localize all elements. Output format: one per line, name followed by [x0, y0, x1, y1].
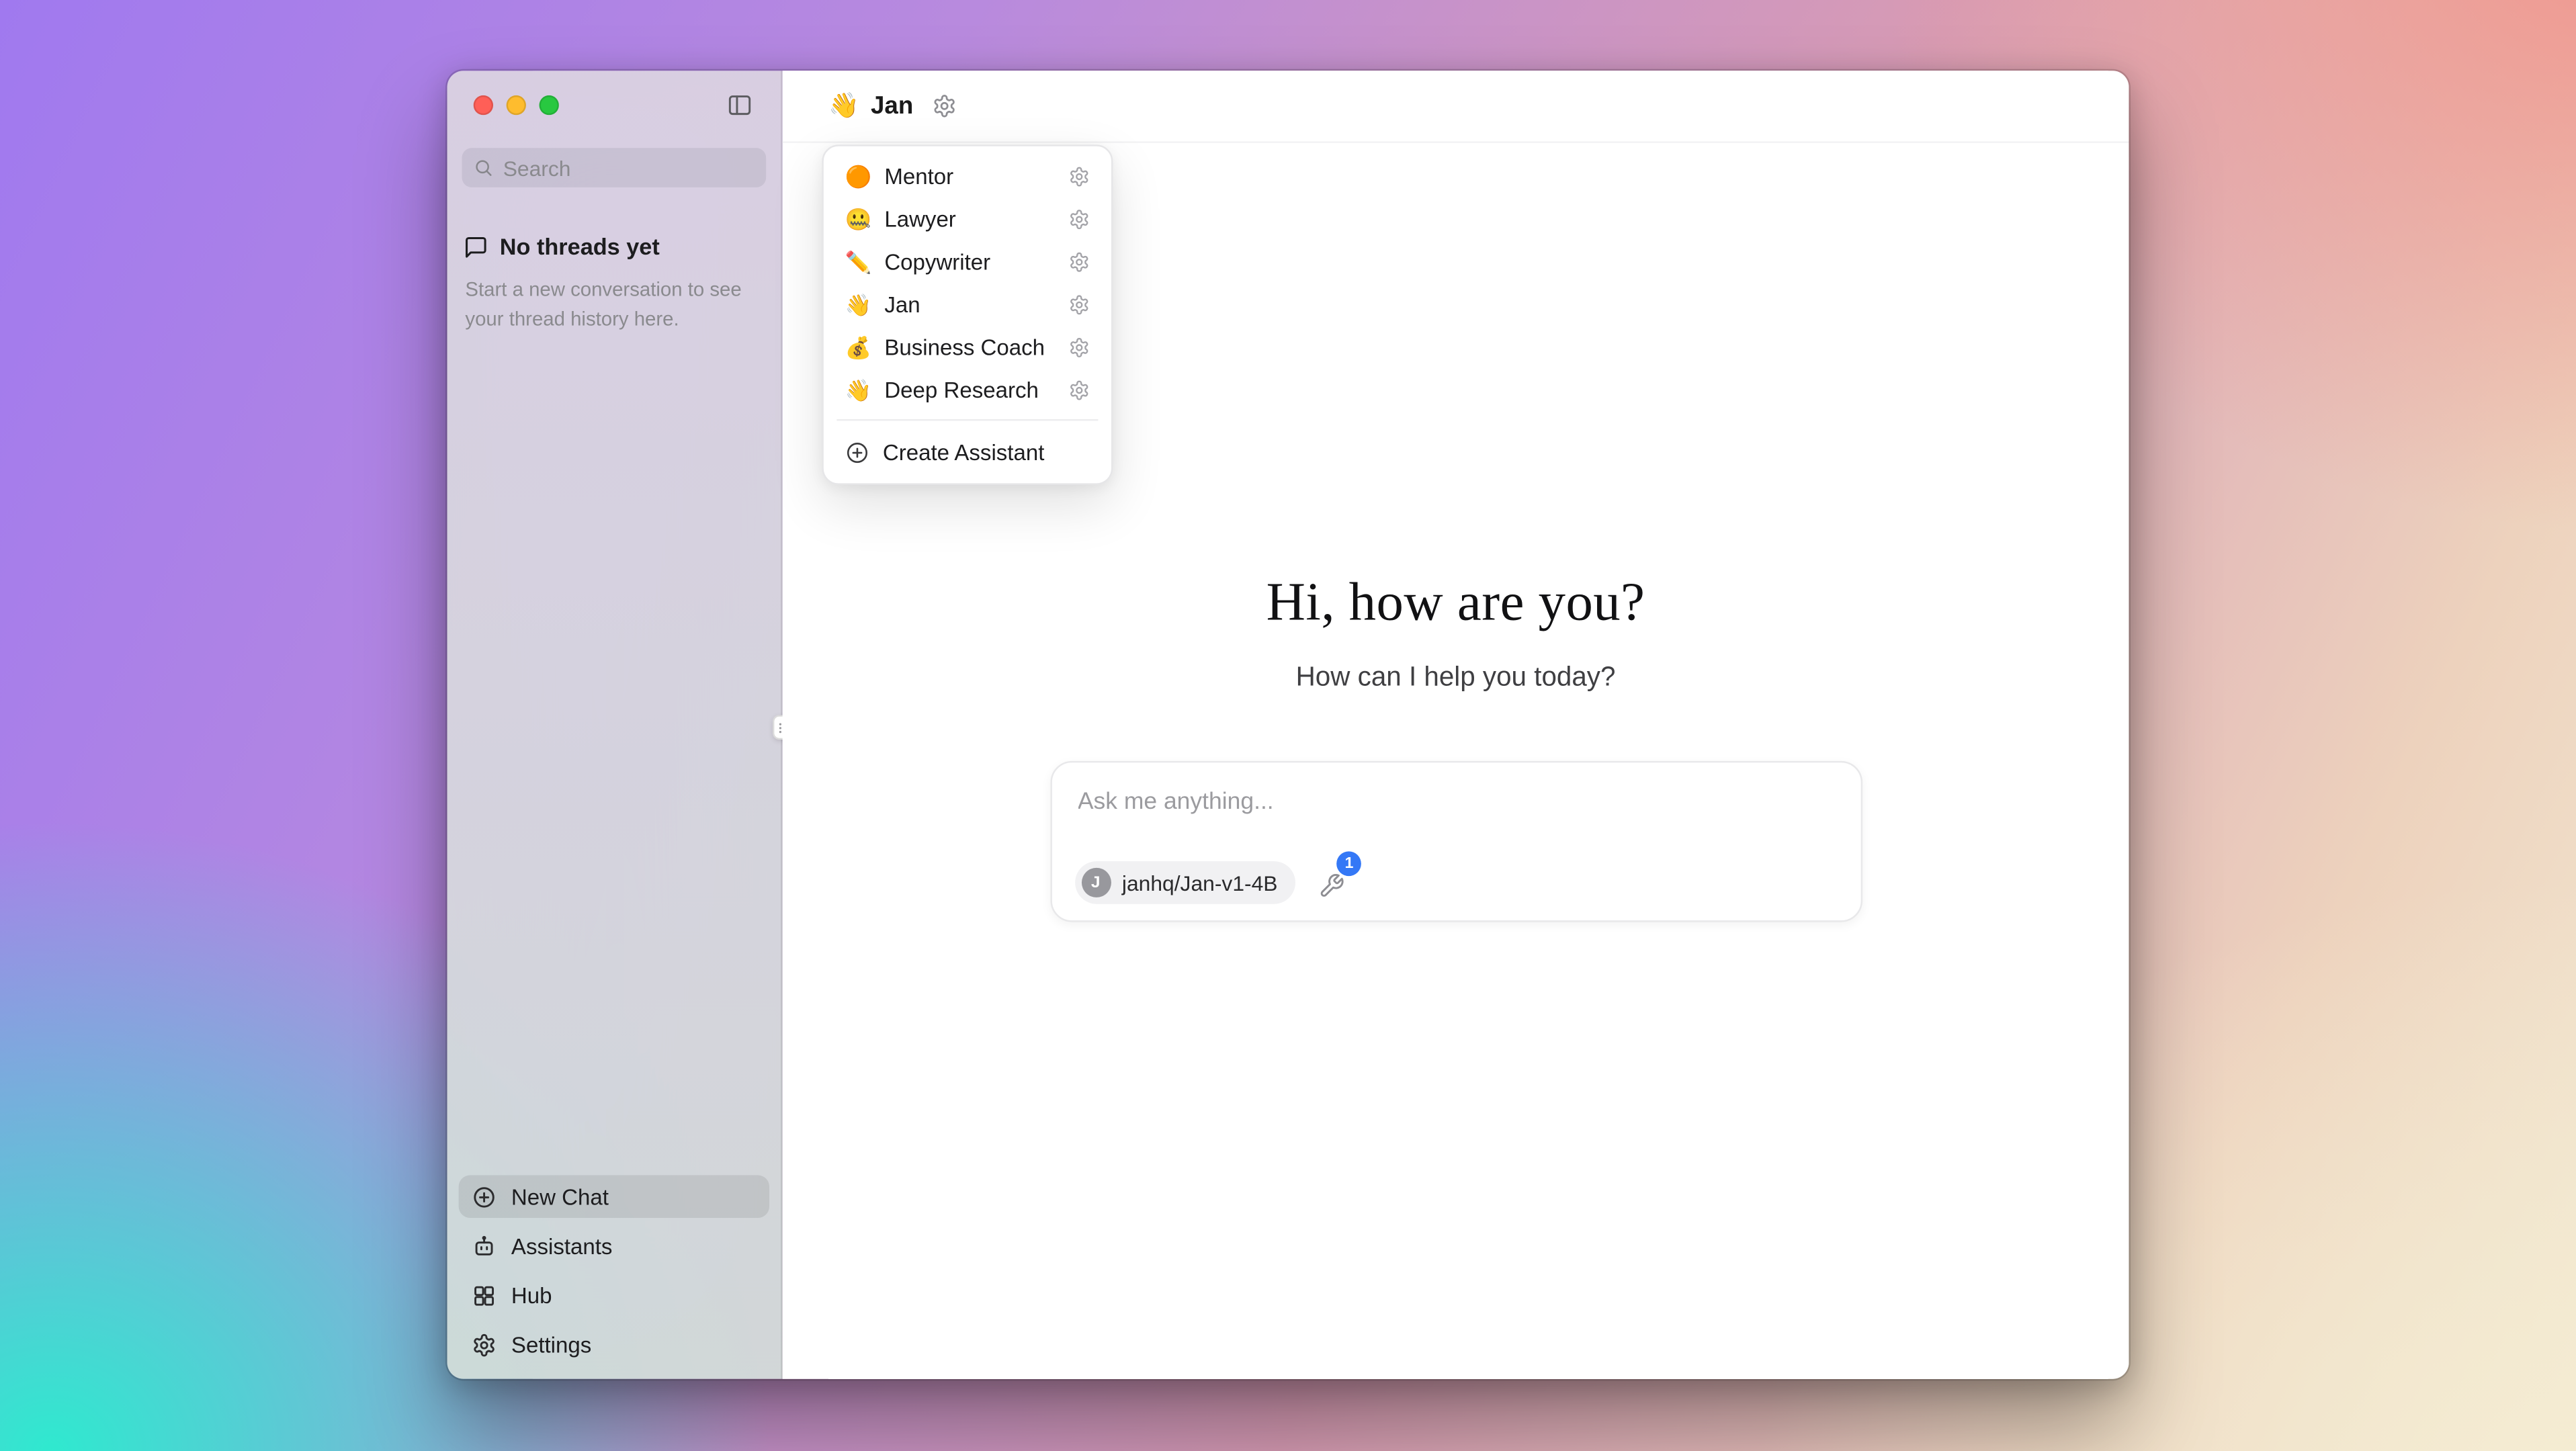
assistant-gear-button[interactable] [1068, 251, 1090, 272]
composer-toolbar: J janhq/Jan-v1-4B 1 [1074, 861, 1348, 904]
gear-icon [1068, 251, 1090, 272]
assistant-menu-item-business-coach[interactable]: 💰 Business Coach [832, 325, 1103, 368]
model-avatar: J [1081, 868, 1111, 897]
sidebar: No threads yet Start a new conversation … [447, 71, 783, 1379]
close-button[interactable] [474, 95, 493, 115]
create-assistant-item[interactable]: Create Assistant [832, 429, 1103, 476]
assistant-gear-button[interactable] [1068, 294, 1090, 315]
minimize-button[interactable] [507, 95, 526, 115]
assistant-menu-item-deep-research[interactable]: 👋 Deep Research [832, 368, 1103, 411]
wave-emoji: 👋 [828, 93, 859, 118]
sidebar-item-label: New Chat [511, 1184, 609, 1209]
sidebar-item-label: Assistants [511, 1233, 613, 1258]
greeting-block: Hi, how are you? How can I help you toda… [783, 574, 2129, 694]
desktop-wallpaper: No threads yet Start a new conversation … [0, 0, 2576, 1451]
assistant-label: Business Coach [884, 335, 1055, 359]
grid-icon [472, 1283, 497, 1308]
greeting-title: Hi, how are you? [783, 574, 2129, 635]
sidebar-spacer [447, 334, 781, 1176]
assistant-emoji: 👋 [845, 294, 871, 315]
sidebar-panel-icon [726, 92, 753, 118]
assistant-title: Jan [871, 92, 913, 120]
menu-divider [836, 419, 1098, 421]
sidebar-item-settings[interactable]: Settings [459, 1323, 769, 1366]
main-header: 👋 Jan [783, 71, 2129, 143]
assistant-label: Lawyer [884, 206, 1055, 231]
empty-state-subtitle: Start a new conversation to see your thr… [465, 275, 751, 334]
gear-icon [1068, 208, 1090, 230]
assistant-gear-button[interactable] [1068, 165, 1090, 187]
assistant-menu-item-jan[interactable]: 👋 Jan [832, 283, 1103, 326]
search-icon [474, 158, 493, 177]
tools-button[interactable]: 1 [1319, 868, 1348, 897]
search-input[interactable] [503, 155, 755, 180]
sidebar-nav: New Chat Assistants Hub Settings [447, 1175, 781, 1378]
sidebar-item-label: Hub [511, 1283, 552, 1308]
wrench-icon [1319, 873, 1345, 899]
assistant-gear-button[interactable] [1068, 379, 1090, 400]
assistant-label: Mentor [884, 163, 1055, 188]
sidebar-item-hub[interactable]: Hub [459, 1274, 769, 1317]
plus-circle-icon [472, 1184, 497, 1209]
assistant-settings-button[interactable] [931, 93, 956, 118]
assistant-emoji: 👋 [845, 379, 871, 400]
assistant-label: Deep Research [884, 378, 1055, 402]
assistant-emoji: ✏️ [845, 251, 871, 272]
gear-icon [472, 1332, 497, 1357]
assistant-emoji: 🤐 [845, 208, 871, 230]
model-name: janhq/Jan-v1-4B [1122, 871, 1278, 895]
assistant-menu-item-copywriter[interactable]: ✏️ Copywriter [832, 240, 1103, 283]
titlebar [447, 71, 781, 140]
sidebar-item-assistants[interactable]: Assistants [459, 1225, 769, 1268]
gear-icon [1068, 294, 1090, 315]
assistant-menu-item-lawyer[interactable]: 🤐 Lawyer [832, 197, 1103, 240]
chat-bubble-icon [464, 234, 488, 259]
tools-count-badge: 1 [1337, 851, 1362, 876]
plus-circle-icon [845, 439, 870, 464]
assistant-gear-button[interactable] [1068, 336, 1090, 357]
zoom-button[interactable] [540, 95, 559, 115]
sidebar-item-label: Settings [511, 1332, 591, 1357]
assistant-gear-button[interactable] [1068, 208, 1090, 230]
assistant-label: Copywriter [884, 249, 1055, 274]
create-assistant-label: Create Assistant [883, 439, 1045, 464]
app-window: No threads yet Start a new conversation … [447, 71, 2129, 1379]
assistant-emoji: 💰 [845, 336, 871, 357]
empty-state-title-row: No threads yet [464, 233, 751, 259]
gear-icon [1068, 165, 1090, 187]
message-input[interactable] [1078, 789, 1834, 815]
assistant-menu: 🟠 Mentor 🤐 Lawyer ✏️ Copywriter 👋 Jan [822, 144, 1113, 484]
sidebar-toggle-button[interactable] [725, 91, 755, 120]
greeting-subtitle: How can I help you today? [783, 662, 2129, 693]
sidebar-item-new-chat[interactable]: New Chat [459, 1175, 769, 1218]
model-selector-pill[interactable]: J janhq/Jan-v1-4B [1074, 861, 1296, 904]
gear-icon [1068, 336, 1090, 357]
assistant-emoji: 🟠 [845, 165, 871, 187]
assistant-menu-item-mentor[interactable]: 🟠 Mentor [832, 155, 1103, 197]
main-panel: 👋 Jan 🟠 Mentor 🤐 Lawyer [783, 71, 2129, 1379]
assistant-label: Jan [884, 292, 1055, 316]
gear-icon [931, 93, 956, 118]
empty-state-title: No threads yet [500, 233, 660, 259]
empty-state: No threads yet Start a new conversation … [464, 233, 751, 333]
bot-icon [472, 1233, 497, 1258]
composer: J janhq/Jan-v1-4B 1 [1049, 761, 1862, 922]
search-field[interactable] [462, 148, 767, 187]
gear-icon [1068, 379, 1090, 400]
